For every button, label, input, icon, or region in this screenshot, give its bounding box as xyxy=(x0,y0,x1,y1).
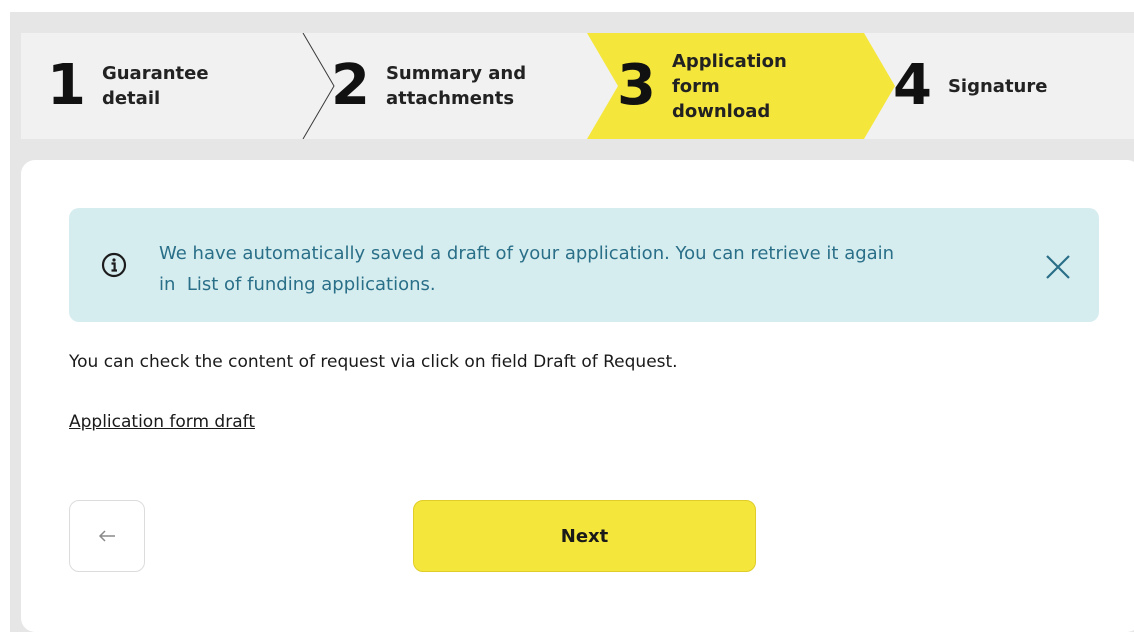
alert-message: We have automatically saved a draft of y… xyxy=(159,238,1039,300)
step-4-label: Signature xyxy=(947,75,1048,97)
step-3-number: 3 xyxy=(617,53,656,118)
step-1[interactable]: 1 Guarantee detail xyxy=(47,33,209,139)
step-1-label: Guarantee detail xyxy=(102,61,209,111)
arrow-left-icon xyxy=(98,530,115,542)
info-alert: We have automatically saved a draft of y… xyxy=(69,208,1099,322)
step-3[interactable]: 3 Application form download xyxy=(617,33,787,139)
next-button[interactable]: Next xyxy=(413,500,756,572)
step-4[interactable]: 4 Signature xyxy=(893,33,1047,139)
progress-stepper: 1 Guarantee detail 2 Summary and attachm… xyxy=(21,33,1134,139)
step-2-number: 2 xyxy=(331,53,370,118)
back-button[interactable] xyxy=(69,500,145,572)
step-2-label: Summary and attachments xyxy=(386,61,526,111)
step-2[interactable]: 2 Summary and attachments xyxy=(331,33,526,139)
close-icon[interactable] xyxy=(1043,252,1073,282)
step-1-label-line1: Guarantee xyxy=(101,63,209,84)
step-3-label: Application form download xyxy=(672,49,787,124)
step-3-label-line1: Application xyxy=(671,50,787,72)
step-divider-1 xyxy=(302,33,335,139)
step-3-label-line2: form xyxy=(671,75,720,97)
info-circle-icon xyxy=(101,252,127,278)
step-2-label-line2: attachments xyxy=(385,88,515,109)
alert-line-1: We have automatically saved a draft of y… xyxy=(159,243,895,264)
content-card: We have automatically saved a draft of y… xyxy=(21,160,1134,632)
step-1-label-line2: detail xyxy=(101,88,161,109)
alert-line-2: in List of funding applications. xyxy=(159,274,436,295)
step-3-label-line3: download xyxy=(671,100,771,122)
step-2-label-line1: Summary and xyxy=(385,63,527,84)
instruction-text: You can check the content of request via… xyxy=(69,352,678,372)
step-1-number: 1 xyxy=(47,53,86,118)
step-4-number: 4 xyxy=(893,53,932,118)
application-form-draft-link[interactable]: Application form draft xyxy=(69,412,255,432)
